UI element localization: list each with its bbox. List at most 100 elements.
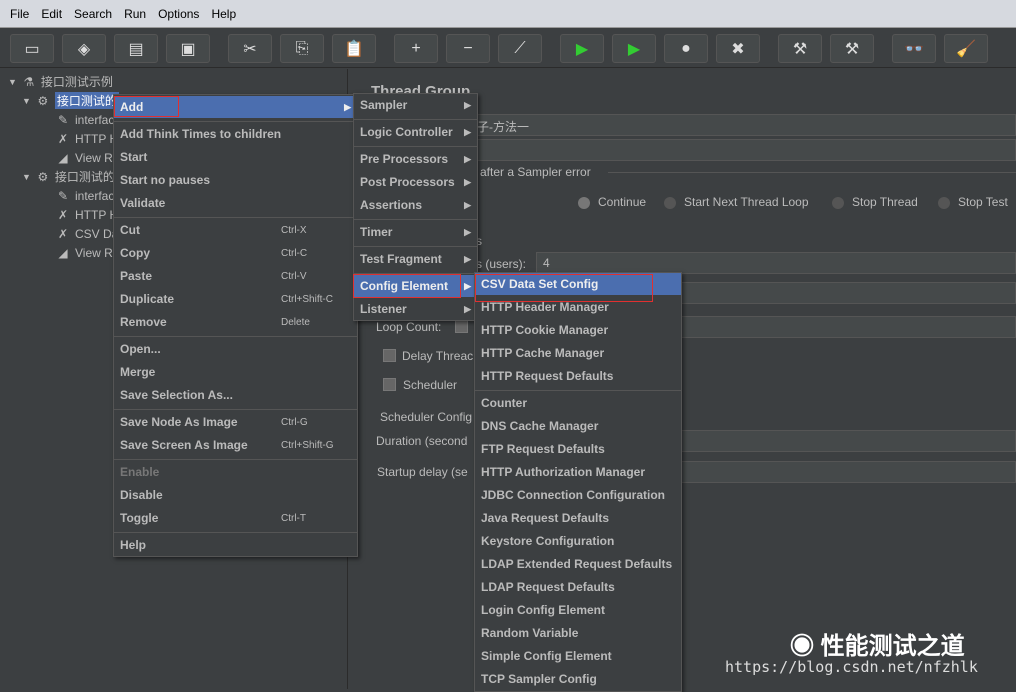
menu-item-ldap-request-defaults[interactable]: LDAP Request Defaults: [475, 576, 681, 598]
menu-item-dns-cache-manager[interactable]: DNS Cache Manager: [475, 415, 681, 437]
tree-node-label: 接口测试的: [54, 170, 115, 184]
menu-item-timer[interactable]: Timer ▶: [354, 221, 477, 243]
menu-separator: [354, 246, 477, 247]
menu-item-random-variable[interactable]: Random Variable: [475, 622, 681, 644]
start-no-pause-icon: ▶: [627, 40, 641, 58]
radio-stop-thread[interactable]: Stop Thread: [832, 195, 918, 209]
save-button[interactable]: ▣: [166, 34, 210, 63]
menu-item-test-fragment[interactable]: Test Fragment ▶: [354, 248, 477, 270]
menu-item-tcp-sampler-config[interactable]: TCP Sampler Config: [475, 668, 681, 690]
search-button[interactable]: 👓: [892, 34, 936, 63]
open-button[interactable]: ▤: [114, 34, 158, 63]
clear-all-button[interactable]: ⚒: [830, 34, 874, 63]
menu-item-remove[interactable]: Remove Delete: [114, 311, 357, 333]
menu-item-post-processors[interactable]: Post Processors ▶: [354, 171, 477, 193]
collapse-button[interactable]: −: [446, 34, 490, 63]
menu-item-pre-processors[interactable]: Pre Processors ▶: [354, 148, 477, 170]
paste-button[interactable]: 📋: [332, 34, 376, 63]
loop-forever-checkbox[interactable]: [455, 320, 468, 333]
listener-icon: ◢: [58, 150, 68, 165]
menu-item-validate[interactable]: Validate: [114, 192, 357, 214]
expand-toggle-icon[interactable]: ▼: [22, 96, 31, 106]
new-icon: ▭: [24, 40, 40, 58]
tree-node[interactable]: ▼ ⚙ 接口测试的: [22, 91, 119, 110]
menu-item-start[interactable]: Start: [114, 146, 357, 168]
copy-button[interactable]: ⎘: [280, 34, 324, 63]
expand-button[interactable]: +: [394, 34, 438, 63]
menu-bar: File Edit Search Run Options Help: [0, 0, 1016, 28]
menu-item-merge[interactable]: Merge: [114, 361, 357, 383]
menu-item-paste[interactable]: Paste Ctrl-V: [114, 265, 357, 287]
name-field[interactable]: 例子-方法一: [458, 114, 1016, 136]
menu-item-jdbc-connection-configuration[interactable]: JDBC Connection Configuration: [475, 484, 681, 506]
menu-item-toggle[interactable]: Toggle Ctrl-T: [114, 507, 357, 529]
menu-item-http-request-defaults[interactable]: HTTP Request Defaults: [475, 365, 681, 387]
menu-edit[interactable]: Edit: [41, 7, 62, 21]
tree-node[interactable]: ▼ ⚙ 接口测试的: [22, 167, 115, 186]
menu-item-http-cookie-manager[interactable]: HTTP Cookie Manager: [475, 319, 681, 341]
shortcut-label: Delete: [281, 316, 310, 328]
stop-button[interactable]: ●: [664, 34, 708, 63]
menu-item-cut[interactable]: Cut Ctrl-X: [114, 219, 357, 241]
clear-button[interactable]: ⚒: [778, 34, 822, 63]
templates-button[interactable]: ◈: [62, 34, 106, 63]
radio-continue[interactable]: Continue: [578, 195, 646, 209]
radio-start-next-loop[interactable]: Start Next Thread Loop: [664, 195, 809, 209]
start-button[interactable]: ▶: [560, 34, 604, 63]
tree-node[interactable]: ▼ ⚗ 接口测试示例: [8, 72, 113, 91]
menu-item-http-cache-manager[interactable]: HTTP Cache Manager: [475, 342, 681, 364]
menu-item-label: Counter: [481, 396, 527, 410]
menu-item-ftp-request-defaults[interactable]: FTP Request Defaults: [475, 438, 681, 460]
menu-options[interactable]: Options: [158, 7, 199, 21]
menu-item-keystore-configuration[interactable]: Keystore Configuration: [475, 530, 681, 552]
menu-item-sampler[interactable]: Sampler ▶: [354, 94, 477, 116]
menu-item-save-screen-as-image[interactable]: Save Screen As Image Ctrl+Shift-G: [114, 434, 357, 456]
menu-item-add-think-times-to-children[interactable]: Add Think Times to children: [114, 123, 357, 145]
expand-toggle-icon[interactable]: ▼: [22, 172, 31, 182]
menu-item-ldap-extended-request-defaults[interactable]: LDAP Extended Request Defaults: [475, 553, 681, 575]
duration-field[interactable]: [678, 430, 1016, 452]
menu-item-simple-config-element[interactable]: Simple Config Element: [475, 645, 681, 667]
menu-run[interactable]: Run: [124, 7, 146, 21]
start-no-pause-button[interactable]: ▶: [612, 34, 656, 63]
menu-item-duplicate[interactable]: Duplicate Ctrl+Shift-C: [114, 288, 357, 310]
menu-item-enable[interactable]: Enable: [114, 461, 357, 483]
menu-item-copy[interactable]: Copy Ctrl-C: [114, 242, 357, 264]
menu-item-counter[interactable]: Counter: [475, 392, 681, 414]
expand-toggle-icon[interactable]: ▼: [8, 77, 17, 87]
cut-button[interactable]: ✂: [228, 34, 272, 63]
threads-field[interactable]: 4: [536, 252, 1016, 274]
toggle-button[interactable]: ⟋: [498, 34, 542, 63]
submenu-arrow-icon: ▶: [464, 199, 471, 210]
delay-thread-checkbox[interactable]: [383, 349, 396, 362]
menu-item-java-request-defaults[interactable]: Java Request Defaults: [475, 507, 681, 529]
duration-label: Duration (second: [376, 434, 468, 448]
comments-field[interactable]: [458, 139, 1016, 161]
reset-search-button[interactable]: 🧹: [944, 34, 988, 63]
menu-item-help[interactable]: Help: [114, 534, 357, 556]
loop-count-field[interactable]: [678, 316, 1016, 338]
menu-item-label: HTTP Request Defaults: [481, 369, 614, 383]
menu-item-label: LDAP Request Defaults: [481, 580, 615, 594]
menu-item-save-node-as-image[interactable]: Save Node As Image Ctrl-G: [114, 411, 357, 433]
menu-item-label: FTP Request Defaults: [481, 442, 605, 456]
menu-search[interactable]: Search: [74, 7, 112, 21]
open-icon: ▤: [128, 40, 144, 58]
menu-item-label: Duplicate: [120, 292, 175, 306]
menu-item-listener[interactable]: Listener ▶: [354, 298, 477, 320]
menu-item-assertions[interactable]: Assertions ▶: [354, 194, 477, 216]
menu-item-logic-controller[interactable]: Logic Controller ▶: [354, 121, 477, 143]
menu-item-save-selection-as[interactable]: Save Selection As...: [114, 384, 357, 406]
scheduler-checkbox[interactable]: [383, 378, 396, 391]
menu-item-start-no-pauses[interactable]: Start no pauses: [114, 169, 357, 191]
radio-stop-test[interactable]: Stop Test: [938, 195, 1008, 209]
menu-item-disable[interactable]: Disable: [114, 484, 357, 506]
menu-item-open[interactable]: Open...: [114, 338, 357, 360]
startup-delay-field[interactable]: [678, 461, 1016, 483]
menu-item-http-authorization-manager[interactable]: HTTP Authorization Manager: [475, 461, 681, 483]
menu-file[interactable]: File: [10, 7, 29, 21]
menu-item-login-config-element[interactable]: Login Config Element: [475, 599, 681, 621]
shutdown-button[interactable]: ✖: [716, 34, 760, 63]
new-button[interactable]: ▭: [10, 34, 54, 63]
menu-help[interactable]: Help: [211, 7, 236, 21]
